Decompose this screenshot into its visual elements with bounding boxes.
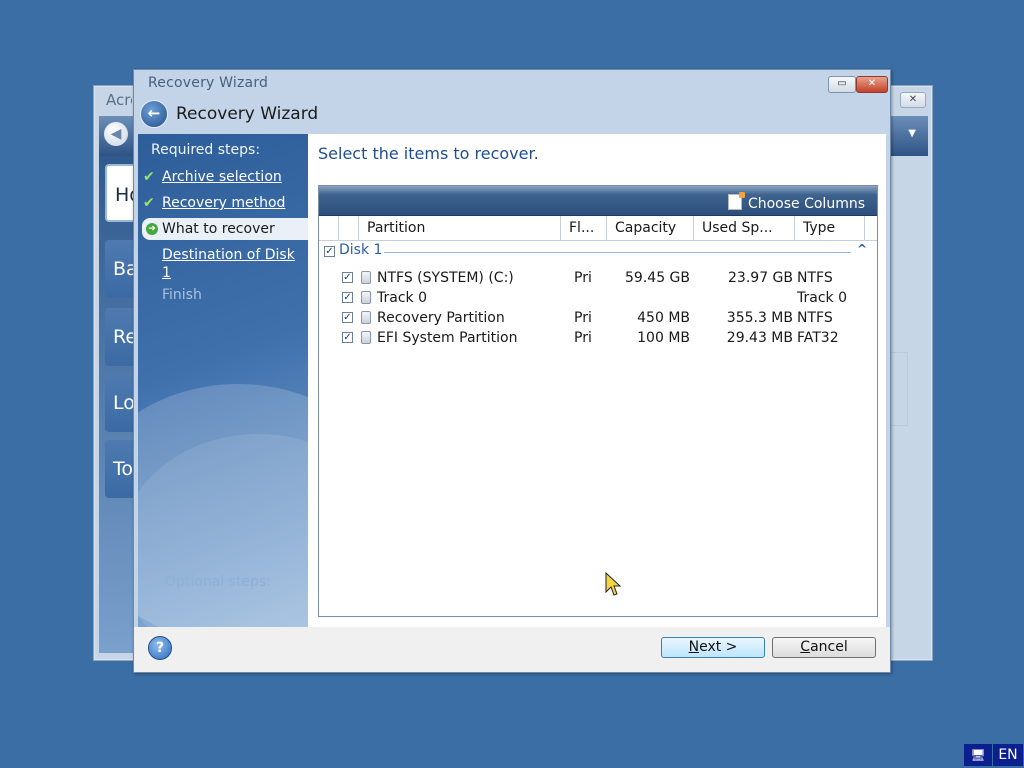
cell-capacity: 59.45 GB — [625, 270, 690, 286]
step-destination[interactable]: Destination of Disk 1 — [162, 246, 302, 282]
column-header-partition[interactable]: Partition — [359, 216, 561, 240]
column-header-used-space[interactable]: Used Sp... — [694, 216, 795, 240]
cell-used-space: 355.3 MB — [726, 310, 793, 326]
wizard-title: Recovery Wizard — [176, 104, 319, 124]
required-steps-heading: Required steps: — [151, 142, 261, 158]
step-label: Archive selection — [162, 169, 282, 185]
cancel-button[interactable]: Cancel — [772, 637, 876, 658]
table-row[interactable]: ✓ Track 0 Track 0 — [319, 288, 877, 308]
background-window-title: Acronis — [106, 91, 132, 109]
cell-partition: EFI System Partition — [377, 330, 518, 346]
help-icon[interactable]: ? — [148, 636, 172, 660]
cell-partition: Recovery Partition — [377, 310, 505, 326]
cancel-mnemonic: C — [800, 639, 811, 655]
table-row[interactable]: ✓ Recovery Partition Pri 450 MB 355.3 MB… — [319, 308, 877, 328]
network-tray-icon[interactable]: 🖥 — [964, 744, 992, 766]
choose-columns-label: Choose Columns — [747, 196, 865, 212]
current-step-arrow-icon: ➜ — [146, 223, 158, 235]
step-label: What to recover — [162, 221, 275, 237]
cell-used-space: 23.97 GB — [728, 270, 793, 286]
list-toolbar: Choose Columns — [319, 186, 877, 216]
cell-flags: Pri — [574, 330, 592, 346]
cell-partition: Track 0 — [377, 290, 427, 306]
cancel-label-rest: ancel — [810, 639, 848, 655]
column-header-flags[interactable]: Fl... — [561, 216, 607, 240]
collapse-icon[interactable]: ^ — [857, 242, 867, 256]
checkmark-icon: ✔ — [143, 169, 155, 185]
column-header-capacity[interactable]: Capacity — [607, 216, 694, 240]
window-title: Recovery Wizard — [148, 75, 269, 91]
wizard-header: ← Recovery Wizard — [136, 98, 888, 133]
step-label: Destination of Disk 1 — [162, 247, 295, 281]
row-checkbox[interactable]: ✓ — [342, 312, 353, 323]
disk-group-label: Disk 1 — [339, 242, 383, 258]
checkmark-icon: ✔ — [143, 195, 155, 211]
next-button[interactable]: Next > — [661, 637, 765, 658]
button-bar: ? Next > Cancel — [134, 627, 890, 672]
partition-list: Choose Columns Partition Fl... Capacity … — [318, 185, 878, 617]
back-arrow-icon[interactable]: ← — [140, 100, 168, 128]
partition-icon — [361, 331, 371, 344]
cell-type: FAT32 — [797, 330, 839, 346]
column-header-check[interactable] — [319, 216, 339, 240]
mouse-cursor-icon — [605, 572, 622, 596]
partition-icon — [361, 291, 371, 304]
column-header: Partition Fl... Capacity Used Sp... Type — [319, 216, 877, 241]
column-header-icon[interactable] — [339, 216, 359, 240]
cell-partition: NTFS (SYSTEM) (C:) — [377, 270, 514, 286]
columns-icon — [727, 192, 745, 210]
cell-type: NTFS — [797, 310, 833, 326]
cell-type: NTFS — [797, 270, 833, 286]
step-archive-selection[interactable]: ✔ Archive selection — [143, 169, 282, 185]
cell-used-space: 29.43 MB — [726, 330, 793, 346]
recovery-wizard-dialog: Recovery Wizard ▭ ✕ ← Recovery Wizard Re… — [133, 69, 891, 673]
row-checkbox[interactable]: ✓ — [342, 332, 353, 343]
choose-columns-button[interactable]: Choose Columns — [727, 192, 865, 212]
partition-icon — [361, 311, 371, 324]
step-label: Recovery method — [162, 195, 286, 211]
step-recovery-method[interactable]: ✔ Recovery method — [143, 195, 286, 211]
column-header-type[interactable]: Type — [795, 216, 865, 240]
row-checkbox[interactable]: ✓ — [342, 272, 353, 283]
cell-type: Track 0 — [797, 290, 847, 306]
language-indicator[interactable]: EN — [993, 744, 1023, 766]
next-label-rest: ext > — [699, 639, 738, 655]
instruction-text: Select the items to recover. — [318, 144, 539, 163]
optional-steps-heading: Optional steps: — [165, 574, 271, 590]
next-mnemonic: N — [688, 639, 700, 655]
restore-icon[interactable]: ▭ — [828, 76, 856, 93]
background-dropdown-icon[interactable]: ▼ — [908, 128, 916, 139]
steps-sidebar: Required steps: ✔ Archive selection ✔ Re… — [138, 134, 308, 627]
background-close-icon[interactable]: ✕ — [900, 92, 926, 108]
close-icon[interactable]: ✕ — [856, 76, 888, 93]
cell-capacity: 450 MB — [637, 310, 690, 326]
table-row[interactable]: ✓ NTFS (SYSTEM) (C:) Pri 59.45 GB 23.97 … — [319, 268, 877, 288]
partition-icon — [361, 271, 371, 284]
title-bar: Recovery Wizard ▭ ✕ — [134, 70, 890, 98]
cell-capacity: 100 MB — [637, 330, 690, 346]
cell-flags: Pri — [574, 270, 592, 286]
step-finish: Finish — [162, 287, 202, 303]
content-area: Select the items to recover. Choose Colu… — [308, 134, 886, 627]
step-what-to-recover: ➜ What to recover — [142, 218, 308, 240]
background-panel-edge — [891, 352, 908, 426]
disk-1-checkbox[interactable]: ✓ — [324, 246, 335, 257]
background-back-icon[interactable]: ◀ — [104, 122, 128, 146]
cell-flags: Pri — [574, 310, 592, 326]
step-label: Finish — [162, 287, 202, 303]
disk-group-header: ✓ Disk 1 ^ — [319, 242, 877, 262]
row-checkbox[interactable]: ✓ — [342, 292, 353, 303]
table-row[interactable]: ✓ EFI System Partition Pri 100 MB 29.43 … — [319, 328, 877, 348]
